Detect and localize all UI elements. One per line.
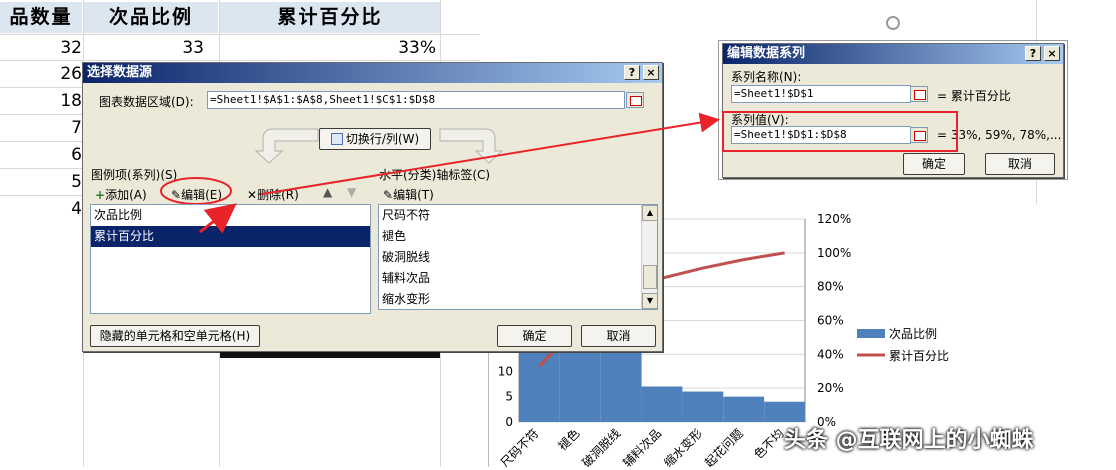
rotate-handle-icon[interactable] xyxy=(886,16,900,30)
watermark: 头条 @互联网上的小蜘蛛 xyxy=(784,428,1034,453)
arrow-to-edit xyxy=(199,203,237,234)
annotation-arrows xyxy=(199,112,720,234)
arrow-to-values xyxy=(261,112,720,195)
